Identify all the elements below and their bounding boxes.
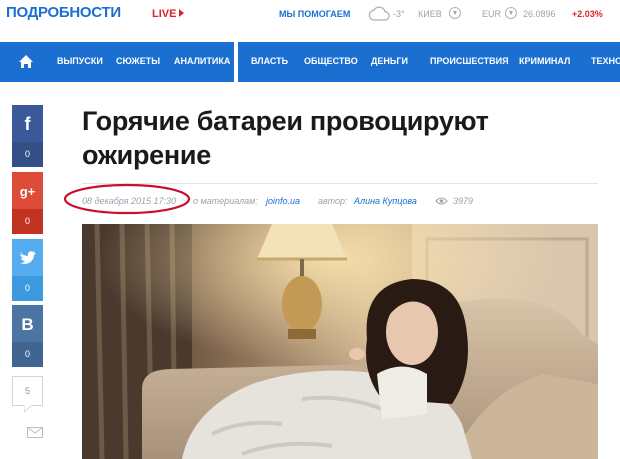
nav-item-analytics[interactable]: АНАЛИТИКА — [174, 56, 230, 66]
nav-separator — [234, 42, 238, 82]
temperature: -3° — [393, 9, 405, 19]
twitter-count: 0 — [12, 276, 43, 301]
currency-rate: 26.0896 — [523, 9, 556, 19]
facebook-share[interactable]: f 0 — [12, 105, 43, 167]
facebook-count: 0 — [12, 142, 43, 167]
nav-item-money[interactable]: ДЕНЬГИ — [371, 56, 408, 66]
vk-icon: В — [12, 305, 43, 342]
cloud-icon — [368, 6, 390, 21]
author-link[interactable]: Алина Купцова — [354, 196, 417, 206]
twitter-share[interactable]: 0 — [12, 239, 43, 301]
nav-item-power[interactable]: ВЛАСТЬ — [251, 56, 288, 66]
views-count: 3979 — [453, 196, 474, 206]
nav-item-stories[interactable]: СЮЖЕТЫ — [116, 56, 160, 66]
top-bar: ПОДРОБНОСТИ LIVE МЫ ПОМОГАЕМ -3° КИЕВ EU… — [0, 0, 620, 30]
nav-item-incidents[interactable]: ПРОИСШЕСТВИЯ — [430, 56, 509, 66]
facebook-icon: f — [12, 105, 43, 142]
live-label: LIVE — [152, 8, 177, 20]
googleplus-count: 0 — [12, 209, 43, 234]
date-highlight-oval — [63, 183, 191, 215]
eye-icon — [435, 197, 448, 205]
source-link[interactable]: joinfo.ua — [266, 196, 300, 206]
svg-text:f: f — [25, 114, 32, 134]
twitter-icon — [12, 239, 43, 276]
rate-change: +2.03% — [572, 9, 603, 19]
article-photo[interactable] — [82, 224, 598, 459]
site-logo[interactable]: ПОДРОБНОСТИ — [6, 4, 121, 21]
city-dropdown-icon[interactable] — [449, 7, 461, 19]
nav-item-crime[interactable]: КРИМИНАЛ — [519, 56, 570, 66]
nav-item-society[interactable]: ОБЩЕСТВО — [304, 56, 358, 66]
mail-icon[interactable] — [27, 427, 43, 438]
googleplus-icon: g+ — [12, 172, 43, 209]
comment-tail-icon — [24, 405, 32, 413]
vk-count: 0 — [12, 342, 43, 367]
comments-count[interactable]: 5 — [12, 376, 43, 406]
googleplus-share[interactable]: g+ 0 — [12, 172, 43, 234]
nav-item-episodes[interactable]: ВЫПУСКИ — [57, 56, 103, 66]
main-nav: ВЫПУСКИ СЮЖЕТЫ АНАЛИТИКА ВЛАСТЬ ОБЩЕСТВО… — [0, 42, 620, 82]
home-icon[interactable] — [6, 42, 46, 82]
author-label: автор: — [318, 196, 348, 206]
article-title: Горячие батареи провоцируют ожирение — [82, 106, 489, 170]
svg-text:g+: g+ — [20, 184, 36, 199]
city-name: КИЕВ — [418, 9, 442, 19]
vk-share[interactable]: В 0 — [12, 305, 43, 367]
svg-text:В: В — [21, 315, 33, 334]
play-icon — [179, 9, 185, 17]
nav-item-tech[interactable]: ТЕХНО — [591, 56, 620, 66]
live-link[interactable]: LIVE — [152, 8, 185, 20]
help-link[interactable]: МЫ ПОМОГАЕМ — [279, 9, 350, 19]
currency-dropdown-icon[interactable] — [505, 7, 517, 19]
currency-code: EUR — [482, 9, 502, 19]
source-label: о материалам: — [193, 196, 258, 206]
